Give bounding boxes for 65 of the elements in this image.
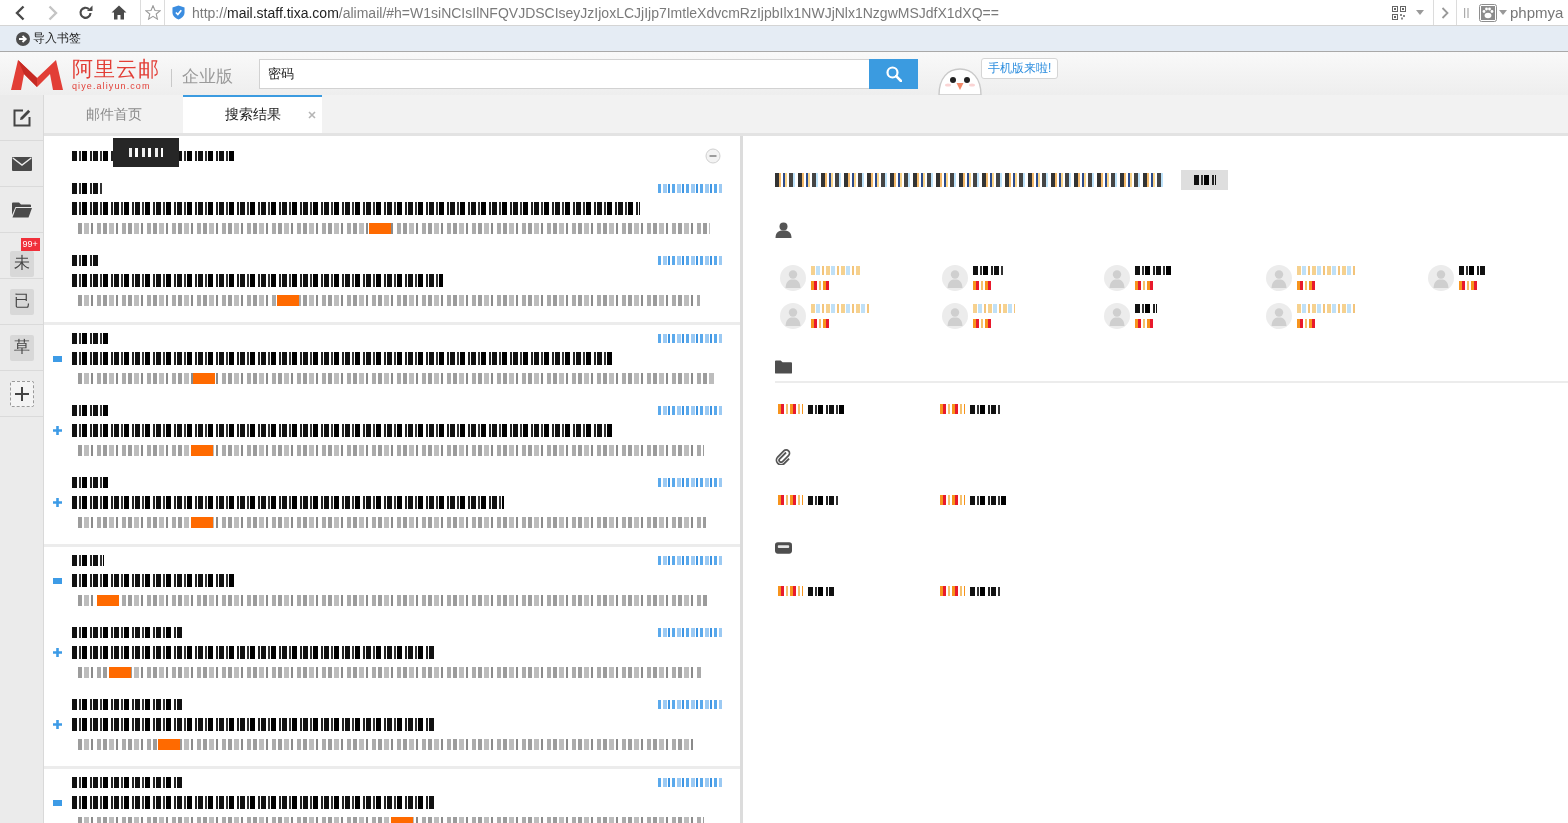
obscured-name[interactable] [808, 404, 846, 414]
obscured-name[interactable] [1135, 304, 1157, 313]
folder-icon [11, 201, 32, 218]
filter-tab[interactable]: 草 [9, 334, 34, 361]
brand-name: 阿里云邮 [72, 56, 160, 81]
shield-icon [172, 5, 185, 20]
folder-button[interactable] [11, 201, 32, 218]
plus-icon [14, 386, 29, 401]
count-badge: 99+ [20, 237, 40, 251]
obscured-subject[interactable] [72, 574, 236, 587]
chevron-right-icon [1441, 6, 1449, 19]
obscured-subject[interactable] [72, 496, 504, 509]
brand-domain: qiye.aliyun.com [72, 80, 151, 91]
paperclip-icon [775, 449, 792, 465]
mascot-icon [937, 68, 983, 95]
obscured-name[interactable] [970, 586, 1000, 596]
chevron-left-icon [14, 4, 25, 21]
obscured-name[interactable] [808, 495, 838, 505]
search-button[interactable] [869, 58, 918, 89]
arrow-circle-icon [16, 31, 30, 46]
obscured-name[interactable] [808, 586, 834, 596]
search-field[interactable]: 密码 [259, 58, 869, 89]
obscured-name[interactable] [970, 495, 1008, 505]
obscured-subject[interactable] [72, 424, 614, 437]
mail-button[interactable] [11, 156, 32, 171]
star-icon [144, 5, 161, 20]
address-field[interactable]: http://mail.staff.tixa.com/alimail/#h=W1siNCIsIlNFQVJDSCIseyJzIjoxLCJjIjp7ImtleXdvcmRzIjpbIlx1NWJjNlx1NzgwMSJdfX1dXQ== [165, 0, 1434, 25]
filter-tab[interactable]: 已 [9, 288, 34, 315]
person-icon [775, 222, 792, 238]
address-text: http://mail.staff.tixa.com/alimail/#h=W1siNCIsIlNFQVJDSCIseyJzIjoxLCJjIjp7ImtleXdvcmRzIjpbIlx1NWJjNlx1NzgwMSJdfX1dXQ== [192, 4, 999, 21]
paw-icon[interactable] [1479, 3, 1497, 22]
summary-button[interactable] [1181, 170, 1228, 190]
home-icon [110, 5, 127, 20]
tab[interactable]: 搜索结果 [183, 95, 322, 133]
logo-icon [11, 57, 63, 90]
obscured-subject[interactable] [72, 646, 434, 659]
obscured-subject[interactable] [72, 718, 434, 731]
search-icon [885, 65, 902, 82]
envelope-icon [11, 156, 32, 171]
obscured-subject[interactable] [72, 796, 434, 809]
caret-icon[interactable] [1499, 10, 1507, 15]
tray-icon [775, 542, 792, 554]
obscured-subject[interactable] [72, 274, 443, 287]
extension-label[interactable]: phpmya [1510, 4, 1564, 21]
obscured-name[interactable] [1135, 266, 1171, 275]
caret-icon[interactable] [1416, 10, 1424, 15]
import-bookmarks-link[interactable]: 导入书签 [16, 30, 81, 47]
edition-label: 企业版 [182, 66, 233, 88]
obscured-name[interactable] [1459, 266, 1485, 275]
grip-icon[interactable] [1464, 7, 1469, 18]
pencil-square-icon [11, 107, 32, 128]
compose-button[interactable] [11, 107, 32, 128]
obscured-subject[interactable] [72, 202, 640, 215]
minus-circle-icon[interactable] [705, 147, 721, 164]
obscured-name[interactable] [973, 266, 1003, 275]
reload-icon [78, 5, 93, 20]
mobile-promo-link[interactable]: 手机版来啦! [981, 58, 1059, 79]
bookmark-star-button[interactable] [140, 0, 165, 25]
obscured-name[interactable] [970, 404, 1000, 414]
qr-code-icon[interactable] [1392, 5, 1406, 20]
chevron-right-icon [47, 4, 58, 21]
filter-tab[interactable]: 未 [9, 250, 34, 277]
folder-icon [775, 359, 792, 375]
obscured-subject[interactable] [72, 352, 612, 365]
add-filter-button[interactable] [9, 380, 34, 407]
